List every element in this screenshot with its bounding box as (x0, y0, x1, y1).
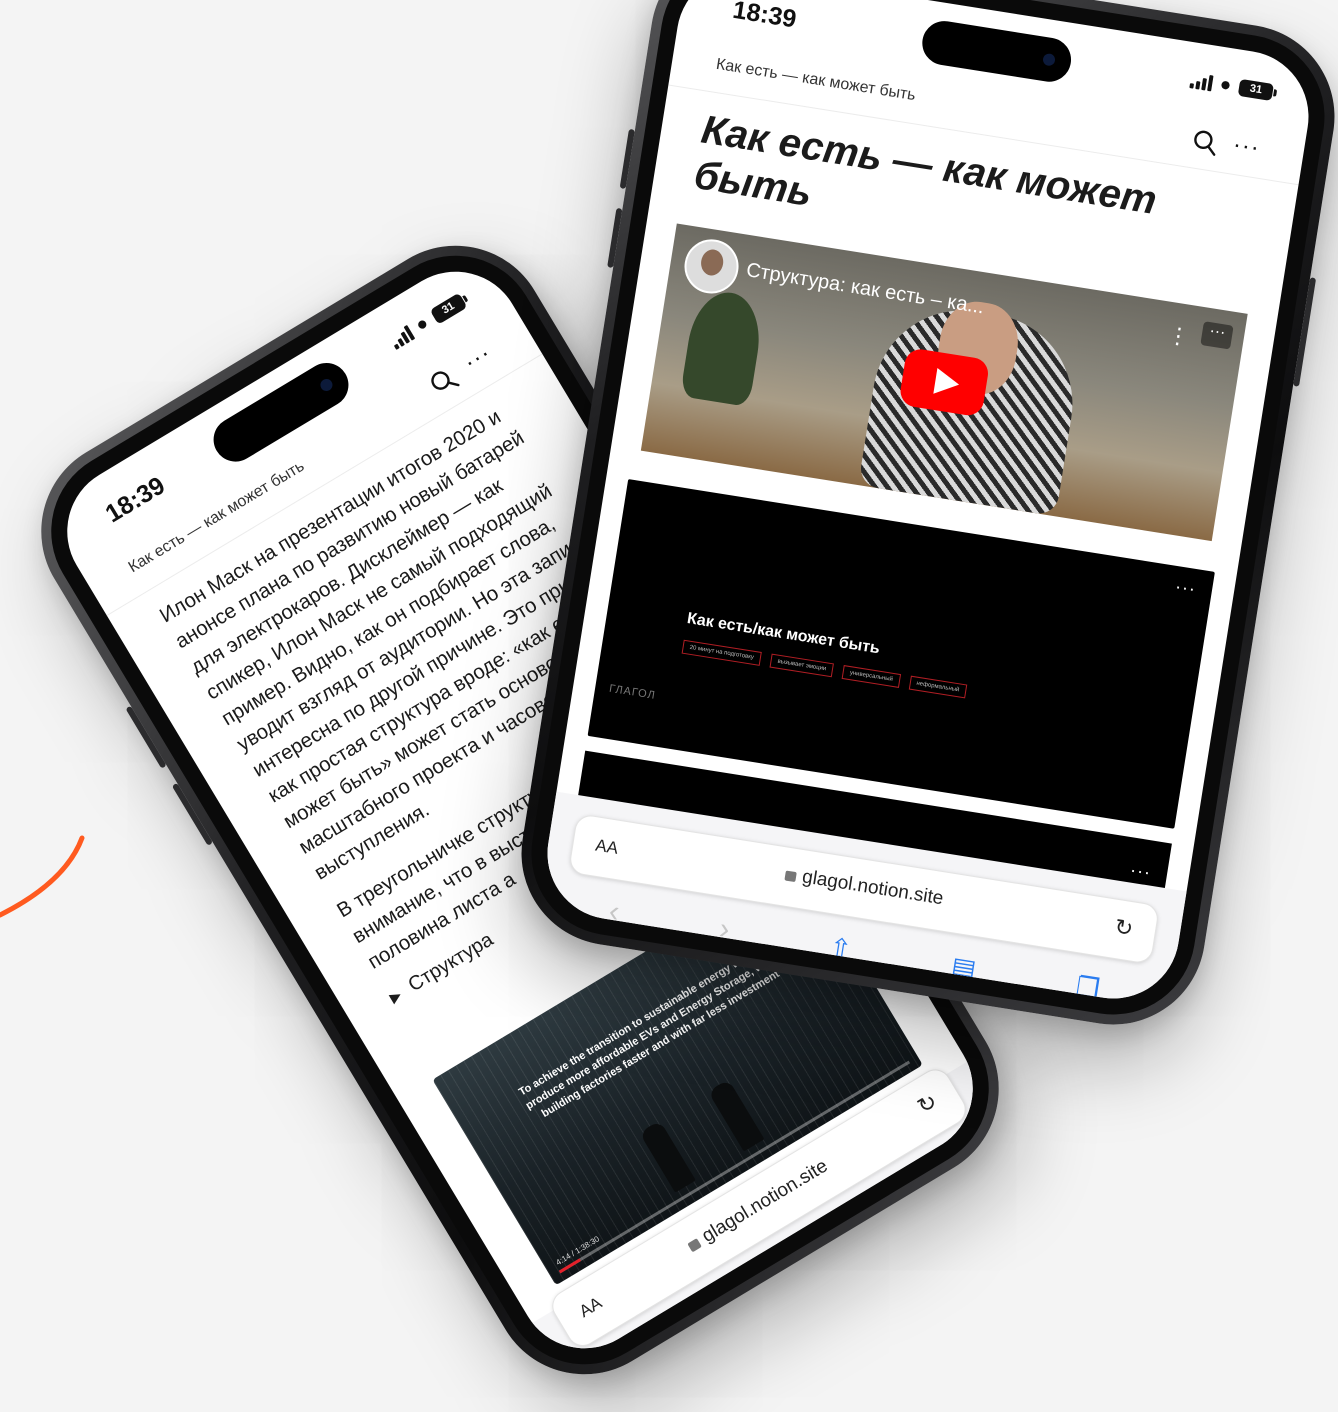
dynamic-island (919, 17, 1075, 85)
block-menu-icon[interactable]: ··· (1174, 576, 1198, 600)
battery-icon: 31 (1237, 78, 1274, 101)
search-icon[interactable] (425, 363, 461, 399)
more-options-icon[interactable]: ··· (459, 339, 497, 377)
wifi-icon: ● (411, 312, 433, 337)
glagol-logo: ГЛАГОЛ (608, 682, 657, 702)
slide-tag: неформальный (908, 675, 968, 699)
lock-icon (784, 870, 797, 883)
slide-tag: вызывает эмоции (769, 653, 835, 678)
status-time: 18:39 (730, 0, 799, 34)
toggle-triangle-icon: ▶ (386, 986, 404, 1006)
video-kebab-icon[interactable]: ⋮ (1166, 322, 1192, 350)
status-time: 18:39 (100, 471, 170, 529)
channel-avatar[interactable] (680, 235, 743, 298)
slide-tag: 20 минут на подготовку (681, 639, 762, 666)
cellular-signal-icon (387, 324, 415, 350)
block-menu-icon[interactable]: ··· (1200, 321, 1234, 350)
lock-icon (687, 1238, 703, 1253)
plant-background (679, 287, 767, 408)
more-options-icon[interactable]: ··· (1231, 131, 1262, 163)
phone-right: 18:39 ● 31 Как есть — как может быть ···… (508, 0, 1338, 1038)
block-menu-icon[interactable]: ··· (1129, 860, 1153, 884)
slide-tag: универсальный (841, 665, 901, 688)
battery-icon: 31 (429, 292, 468, 325)
cellular-signal-icon (1188, 72, 1214, 91)
search-icon[interactable] (1190, 127, 1220, 157)
wifi-icon: ● (1218, 73, 1233, 97)
